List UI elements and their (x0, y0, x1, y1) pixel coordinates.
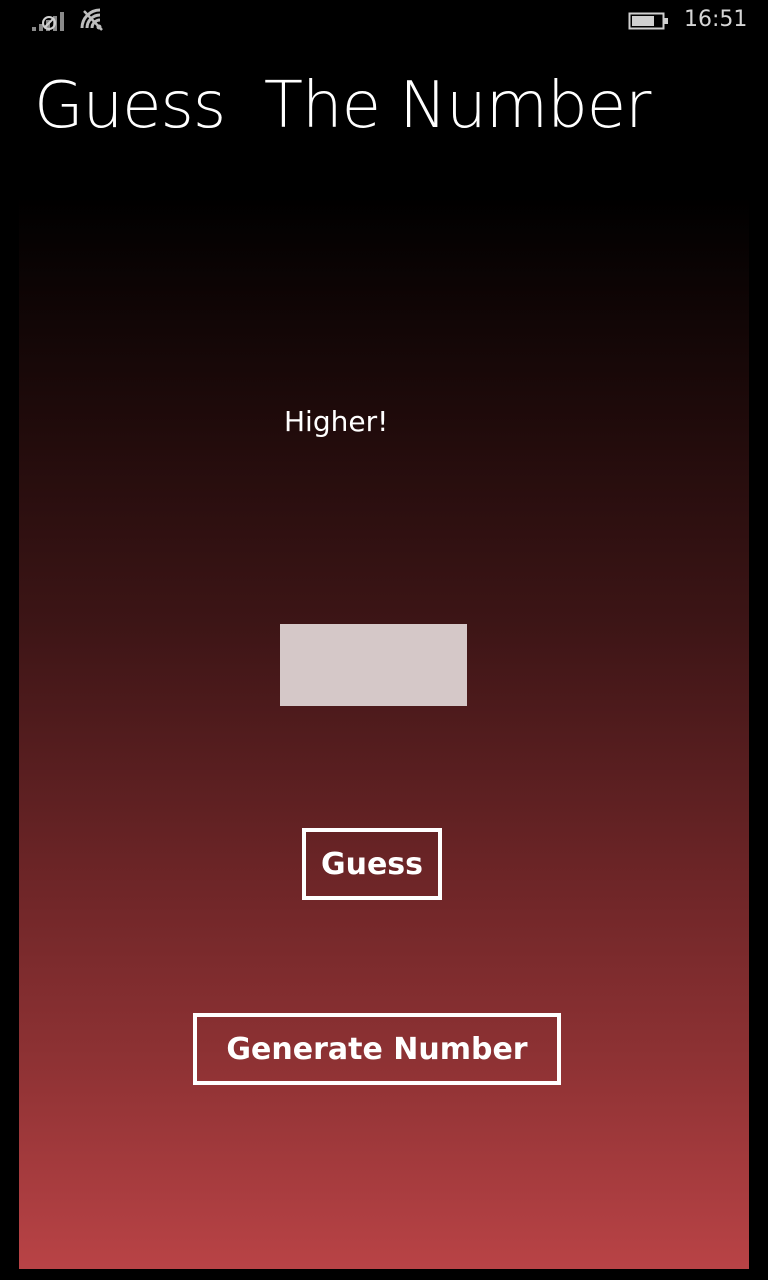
guess-number-input[interactable] (280, 624, 467, 706)
feedback-message: Higher! (284, 405, 389, 438)
phone-screen: 16:51 Guess The Number Higher! Guess Gen… (0, 0, 768, 1280)
game-panel (19, 196, 749, 1269)
signal-strength-icon (30, 10, 68, 32)
status-clock: 16:51 (684, 7, 748, 32)
battery-icon (628, 12, 670, 30)
status-bar: 16:51 (0, 0, 768, 44)
app-title: Guess The Number (34, 69, 651, 143)
generate-number-button[interactable]: Generate Number (193, 1013, 561, 1085)
guess-button[interactable]: Guess (302, 828, 442, 900)
wifi-icon (78, 6, 108, 32)
